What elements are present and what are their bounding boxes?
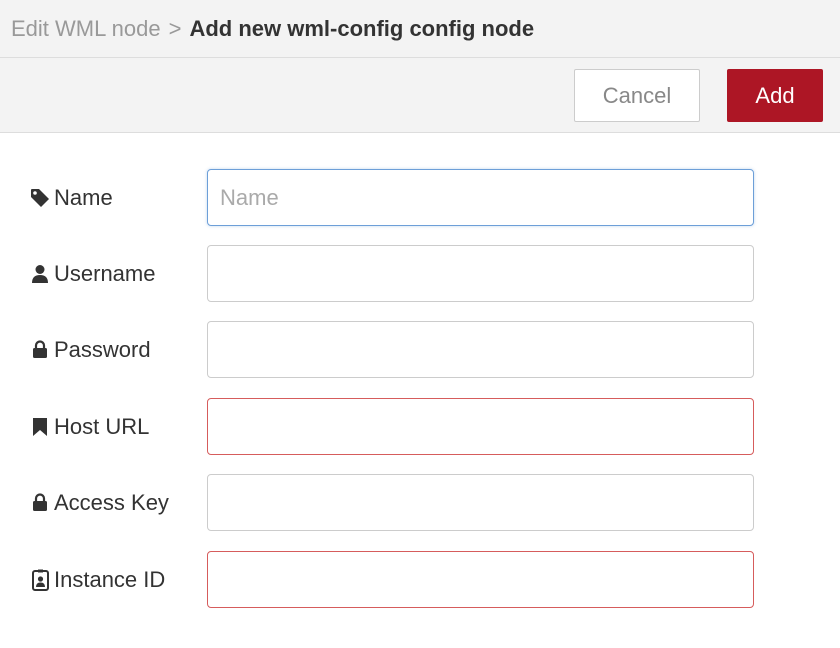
password-input[interactable] <box>207 321 754 378</box>
dialog-button-bar: Cancel Add <box>0 58 840 133</box>
lock-icon <box>30 493 50 512</box>
tag-icon <box>30 188 50 208</box>
bookmark-icon <box>30 417 50 437</box>
form-row-username: Username <box>0 245 840 302</box>
breadcrumb-parent[interactable]: Edit WML node <box>11 16 161 42</box>
password-label-text: Password <box>54 336 151 362</box>
add-button[interactable]: Add <box>727 69 823 122</box>
instance-id-input[interactable] <box>207 551 754 608</box>
form-row-instance-id: Instance ID <box>0 551 840 608</box>
name-label-text: Name <box>54 184 113 210</box>
lock-icon <box>30 340 50 359</box>
username-input[interactable] <box>207 245 754 302</box>
password-label: Password <box>30 321 151 378</box>
breadcrumb-current: Add new wml-config config node <box>189 15 535 41</box>
host-url-input[interactable] <box>207 398 754 455</box>
form-row-host-url: Host URL <box>0 398 840 455</box>
form-row-access-key: Access Key <box>0 474 840 531</box>
form-row-name: Name <box>0 169 840 226</box>
username-label-text: Username <box>54 260 156 286</box>
cancel-button[interactable]: Cancel <box>574 69 700 122</box>
access-key-input[interactable] <box>207 474 754 531</box>
host-url-label: Host URL <box>30 398 149 455</box>
access-key-label: Access Key <box>30 474 169 531</box>
name-label: Name <box>30 169 113 226</box>
access-key-label-text: Access Key <box>54 489 169 515</box>
username-label: Username <box>30 245 155 302</box>
breadcrumb-separator: > <box>168 15 182 41</box>
form-row-password: Password <box>0 321 840 378</box>
host-url-label-text: Host URL <box>54 413 150 439</box>
id-badge-icon <box>30 569 50 591</box>
dialog-title-bar: Edit WML node > Add new wml-config confi… <box>0 0 840 58</box>
user-icon <box>30 264 50 284</box>
name-input[interactable] <box>207 169 754 226</box>
instance-id-label-text: Instance ID <box>54 566 166 592</box>
instance-id-label: Instance ID <box>30 551 165 608</box>
